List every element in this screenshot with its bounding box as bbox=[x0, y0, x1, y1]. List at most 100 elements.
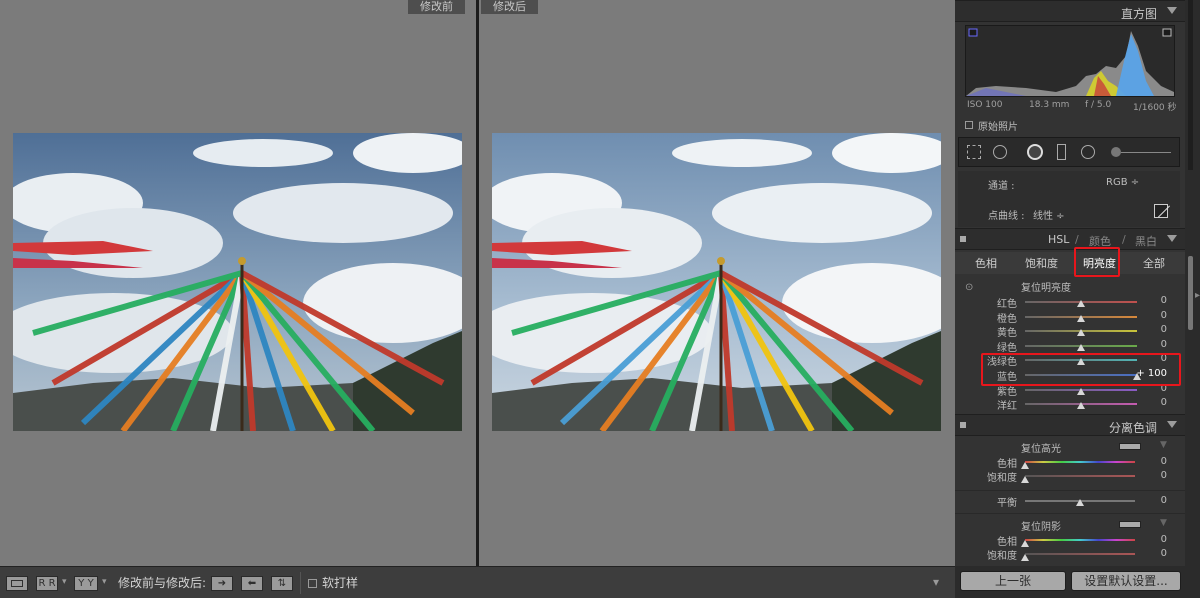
arrow-right-icon: ➜ bbox=[217, 578, 227, 589]
target-adjust-icon[interactable]: ⊙ bbox=[965, 282, 973, 293]
split-hue-label-2: 色相 bbox=[997, 537, 1017, 548]
highlight-swatch[interactable] bbox=[1119, 443, 1141, 450]
soft-proof-checkbox[interactable] bbox=[308, 579, 317, 588]
split-hue-thumb[interactable] bbox=[1021, 462, 1029, 469]
channel-label: 通道 : bbox=[988, 181, 1015, 192]
crop-tool-icon[interactable] bbox=[967, 145, 981, 159]
scrollbar-thumb[interactable] bbox=[1188, 256, 1193, 330]
split-hue-label: 色相 bbox=[997, 459, 1017, 470]
after-label: 修改后 bbox=[481, 0, 538, 14]
develop-panel: 直方图 ISO 100 18.3 mm f / 5.0 1/1600 秒 原始照… bbox=[955, 0, 1185, 598]
view-yy-chevron-icon[interactable]: ▾ bbox=[102, 574, 107, 590]
bw-title[interactable]: 黑白 bbox=[1135, 233, 1157, 249]
before-after-view: 修改前 修改后 bbox=[0, 0, 955, 566]
hsl-row-value: 0 bbox=[1160, 295, 1167, 306]
highlight-chevron-icon[interactable]: ▼ bbox=[1160, 440, 1167, 450]
hsl-collapse-icon[interactable] bbox=[1167, 235, 1177, 242]
panel-switch-icon-2[interactable] bbox=[960, 422, 966, 428]
red-eye-icon[interactable] bbox=[1027, 144, 1043, 160]
hsl-row-thumb[interactable] bbox=[1077, 300, 1085, 307]
before-photo[interactable] bbox=[13, 133, 462, 431]
split-saturation-slider[interactable] bbox=[1025, 475, 1135, 477]
hsl-row-label: 黄色 bbox=[997, 328, 1017, 339]
split-saturation-value-2: 0 bbox=[1160, 548, 1167, 559]
hsl-row-thumb[interactable] bbox=[1077, 344, 1085, 351]
hsl-row-value: 0 bbox=[1160, 310, 1167, 321]
split-hue-slider[interactable] bbox=[1025, 461, 1135, 463]
hsl-row-thumb[interactable] bbox=[1077, 329, 1085, 336]
after-photo[interactable] bbox=[492, 133, 941, 431]
split-hue-thumb-2[interactable] bbox=[1021, 540, 1029, 547]
view-yy-button[interactable]: Y Y bbox=[74, 576, 98, 591]
copy-after-to-before-button[interactable]: ⬅ bbox=[241, 576, 263, 591]
hsl-separator-2: / bbox=[1122, 233, 1126, 246]
shadow-chevron-icon[interactable]: ▼ bbox=[1160, 518, 1167, 528]
shadow-swatch[interactable] bbox=[1119, 521, 1141, 528]
hsl-title[interactable]: HSL bbox=[1048, 233, 1069, 246]
hsl-row-value: 0 bbox=[1160, 397, 1167, 408]
exif-shutter: 1/1600 秒 bbox=[1133, 103, 1177, 113]
split-collapse-icon[interactable] bbox=[1167, 421, 1177, 428]
loupe-view-button[interactable] bbox=[6, 576, 28, 591]
view-rr-chevron-icon[interactable]: ▾ bbox=[62, 574, 67, 590]
original-photo-label: 原始照片 bbox=[978, 122, 1018, 133]
point-curve-select[interactable]: 线性 ÷ bbox=[1033, 207, 1065, 222]
split-saturation-value: 0 bbox=[1160, 470, 1167, 481]
split-saturation-thumb-2[interactable] bbox=[1021, 554, 1029, 561]
split-saturation-thumb[interactable] bbox=[1021, 476, 1029, 483]
set-default-button[interactable]: 设置默认设置... bbox=[1071, 571, 1181, 591]
split-hue-slider-2[interactable] bbox=[1025, 539, 1135, 541]
histogram-graph[interactable] bbox=[965, 25, 1175, 97]
histogram-header[interactable]: 直方图 bbox=[955, 0, 1185, 22]
panel-scrollbar[interactable]: ▸ bbox=[1185, 0, 1200, 598]
swap-button[interactable]: ⇅ bbox=[271, 576, 293, 591]
graduated-filter-icon[interactable] bbox=[1057, 144, 1066, 160]
radial-filter-icon[interactable] bbox=[1081, 145, 1095, 159]
split-toning-header[interactable]: 分离色调 bbox=[955, 414, 1185, 436]
tone-curve-section: 通道 : RGB ÷ 点曲线 : 线性 ÷ bbox=[958, 171, 1180, 227]
brush-icon[interactable] bbox=[1111, 147, 1121, 157]
tab-hue[interactable]: 色相 bbox=[975, 255, 997, 271]
spot-removal-icon[interactable] bbox=[993, 145, 1007, 159]
original-photo-checkbox[interactable] bbox=[965, 121, 973, 129]
hsl-row-value: 0 bbox=[1160, 339, 1167, 350]
before-pane: 修改前 bbox=[0, 0, 476, 566]
hsl-row-label: 绿色 bbox=[997, 343, 1017, 354]
toolbar-menu-chevron-icon[interactable]: ▾ bbox=[933, 574, 939, 590]
split-hue-value-2: 0 bbox=[1160, 534, 1167, 545]
previous-button[interactable]: 上一张 bbox=[960, 571, 1066, 591]
channel-select[interactable]: RGB ÷ bbox=[1106, 177, 1139, 188]
reset-highlights-label[interactable]: 复位高光 bbox=[1021, 440, 1061, 455]
hsl-row-thumb[interactable] bbox=[1077, 315, 1085, 322]
tab-all[interactable]: 全部 bbox=[1143, 255, 1165, 271]
exif-focal: 18.3 mm bbox=[1029, 100, 1070, 110]
reset-shadows-label[interactable]: 复位阴影 bbox=[1021, 518, 1061, 533]
split-toning-title: 分离色调 bbox=[1108, 421, 1157, 435]
swap-icon: ⇅ bbox=[277, 578, 287, 589]
histogram-title: 直方图 bbox=[1120, 7, 1157, 21]
hsl-row-thumb[interactable] bbox=[1077, 388, 1085, 395]
collapse-triangle-icon[interactable] bbox=[1167, 7, 1177, 14]
copy-before-to-after-button[interactable]: ➜ bbox=[211, 576, 233, 591]
brush-size-slider[interactable] bbox=[1121, 152, 1171, 153]
scroll-arrow-icon[interactable]: ▸ bbox=[1195, 290, 1200, 301]
view-rr-button[interactable]: R R bbox=[36, 576, 58, 591]
hsl-header[interactable]: HSL / 颜色 / 黑白 bbox=[955, 228, 1185, 250]
balance-thumb[interactable] bbox=[1076, 499, 1084, 506]
split-saturation-label-2: 饱和度 bbox=[987, 551, 1017, 562]
panel-switch-icon[interactable] bbox=[960, 236, 966, 242]
hsl-row-label: 橙色 bbox=[997, 314, 1017, 325]
after-pane: 修改后 bbox=[479, 0, 955, 566]
arrow-left-icon: ⬅ bbox=[247, 578, 257, 589]
split-hue-value: 0 bbox=[1160, 456, 1167, 467]
split-saturation-slider-2[interactable] bbox=[1025, 553, 1135, 555]
tool-strip bbox=[958, 137, 1180, 167]
tab-saturation[interactable]: 饱和度 bbox=[1025, 255, 1058, 271]
balance-label: 平衡 bbox=[997, 498, 1017, 509]
curve-edit-icon[interactable] bbox=[1154, 204, 1171, 218]
point-curve-label: 点曲线 : bbox=[988, 211, 1025, 222]
balance-value: 0 bbox=[1160, 495, 1167, 506]
reset-luminance-label[interactable]: 复位明亮度 bbox=[1021, 279, 1071, 294]
soft-proof-label: 软打样 bbox=[322, 576, 359, 590]
hsl-row-thumb[interactable] bbox=[1077, 402, 1085, 409]
